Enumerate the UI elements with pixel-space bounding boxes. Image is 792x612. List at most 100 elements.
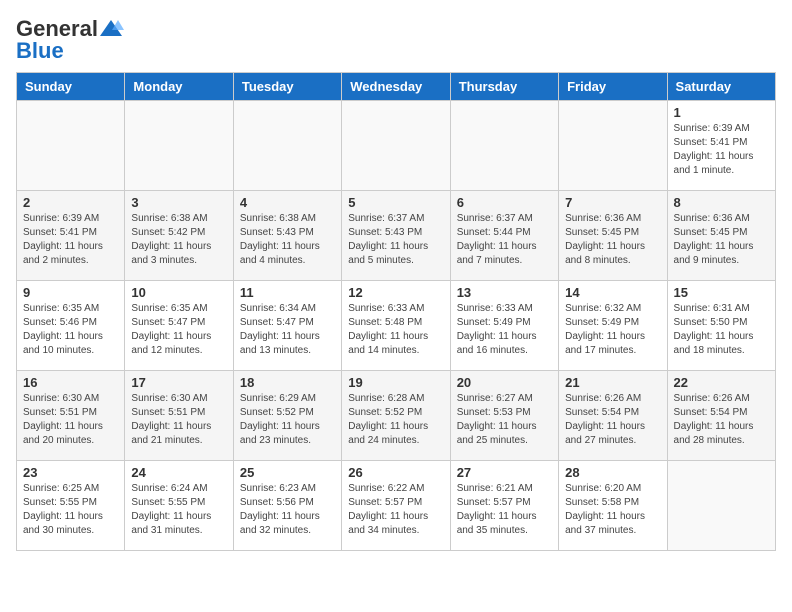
calendar-week-4: 16 Sunrise: 6:30 AM Sunset: 5:51 PM Dayli… <box>17 371 776 461</box>
calendar-cell <box>559 101 667 191</box>
calendar-cell <box>450 101 558 191</box>
calendar-cell: 3 Sunrise: 6:38 AM Sunset: 5:42 PM Daylig… <box>125 191 233 281</box>
calendar-cell: 18 Sunrise: 6:29 AM Sunset: 5:52 PM Dayli… <box>233 371 341 461</box>
calendar-cell: 11 Sunrise: 6:34 AM Sunset: 5:47 PM Dayli… <box>233 281 341 371</box>
day-number: 23 <box>23 465 118 480</box>
calendar-cell: 4 Sunrise: 6:38 AM Sunset: 5:43 PM Daylig… <box>233 191 341 281</box>
day-number: 18 <box>240 375 335 390</box>
calendar-table: SundayMondayTuesdayWednesdayThursdayFrid… <box>16 72 776 551</box>
calendar-cell: 21 Sunrise: 6:26 AM Sunset: 5:54 PM Dayli… <box>559 371 667 461</box>
calendar-cell <box>667 461 775 551</box>
day-info: Sunrise: 6:26 AM Sunset: 5:54 PM Dayligh… <box>674 392 769 448</box>
day-number: 12 <box>348 285 443 300</box>
day-number: 5 <box>348 195 443 210</box>
day-info: Sunrise: 6:37 AM Sunset: 5:43 PM Dayligh… <box>348 212 443 268</box>
day-number: 14 <box>565 285 660 300</box>
calendar-cell: 5 Sunrise: 6:37 AM Sunset: 5:43 PM Daylig… <box>342 191 450 281</box>
day-info: Sunrise: 6:28 AM Sunset: 5:52 PM Dayligh… <box>348 392 443 448</box>
day-number: 11 <box>240 285 335 300</box>
logo-icon <box>98 18 124 40</box>
calendar-cell: 25Sunrise: 6:23 AM Sunset: 5:56 PM Dayli… <box>233 461 341 551</box>
day-info: Sunrise: 6:34 AM Sunset: 5:47 PM Dayligh… <box>240 302 335 358</box>
calendar-cell: 10 Sunrise: 6:35 AM Sunset: 5:47 PM Dayli… <box>125 281 233 371</box>
day-info: Sunrise: 6:31 AM Sunset: 5:50 PM Dayligh… <box>674 302 769 358</box>
day-info: Sunrise: 6:32 AM Sunset: 5:49 PM Dayligh… <box>565 302 660 358</box>
calendar-cell: 17 Sunrise: 6:30 AM Sunset: 5:51 PM Dayli… <box>125 371 233 461</box>
day-number: 2 <box>23 195 118 210</box>
weekday-header-row: SundayMondayTuesdayWednesdayThursdayFrid… <box>17 73 776 101</box>
calendar-cell <box>125 101 233 191</box>
day-number: 16 <box>23 375 118 390</box>
day-number: 17 <box>131 375 226 390</box>
logo-blue: Blue <box>16 38 64 64</box>
day-number: 13 <box>457 285 552 300</box>
day-info: Sunrise: 6:24 AM Sunset: 5:55 PM Dayligh… <box>131 482 226 538</box>
calendar-cell: 22 Sunrise: 6:26 AM Sunset: 5:54 PM Dayli… <box>667 371 775 461</box>
day-info: Sunrise: 6:29 AM Sunset: 5:52 PM Dayligh… <box>240 392 335 448</box>
day-info: Sunrise: 6:33 AM Sunset: 5:48 PM Dayligh… <box>348 302 443 358</box>
day-number: 10 <box>131 285 226 300</box>
day-number: 7 <box>565 195 660 210</box>
day-info: Sunrise: 6:39 AM Sunset: 5:41 PM Dayligh… <box>23 212 118 268</box>
day-info: Sunrise: 6:22 AM Sunset: 5:57 PM Dayligh… <box>348 482 443 538</box>
day-info: Sunrise: 6:38 AM Sunset: 5:42 PM Dayligh… <box>131 212 226 268</box>
calendar-cell: 23 Sunrise: 6:25 AM Sunset: 5:55 PM Dayli… <box>17 461 125 551</box>
day-info: Sunrise: 6:33 AM Sunset: 5:49 PM Dayligh… <box>457 302 552 358</box>
day-number: 27 <box>457 465 552 480</box>
day-number: 1 <box>674 105 769 120</box>
calendar-cell: 28 Sunrise: 6:20 AM Sunset: 5:58 PM Dayli… <box>559 461 667 551</box>
day-number: 19 <box>348 375 443 390</box>
calendar-cell <box>342 101 450 191</box>
calendar-cell: 13 Sunrise: 6:33 AM Sunset: 5:49 PM Dayli… <box>450 281 558 371</box>
day-info: Sunrise: 6:30 AM Sunset: 5:51 PM Dayligh… <box>23 392 118 448</box>
weekday-header-monday: Monday <box>125 73 233 101</box>
day-info: Sunrise: 6:21 AM Sunset: 5:57 PM Dayligh… <box>457 482 552 538</box>
calendar-cell: 9Sunrise: 6:35 AM Sunset: 5:46 PM Daylig… <box>17 281 125 371</box>
weekday-header-wednesday: Wednesday <box>342 73 450 101</box>
calendar-cell: 12 Sunrise: 6:33 AM Sunset: 5:48 PM Dayli… <box>342 281 450 371</box>
header: General Blue <box>16 16 776 64</box>
weekday-header-tuesday: Tuesday <box>233 73 341 101</box>
day-number: 22 <box>674 375 769 390</box>
calendar-cell: 14 Sunrise: 6:32 AM Sunset: 5:49 PM Dayli… <box>559 281 667 371</box>
calendar-cell: 16 Sunrise: 6:30 AM Sunset: 5:51 PM Dayli… <box>17 371 125 461</box>
calendar-week-5: 23 Sunrise: 6:25 AM Sunset: 5:55 PM Dayli… <box>17 461 776 551</box>
day-number: 9 <box>23 285 118 300</box>
day-info: Sunrise: 6:25 AM Sunset: 5:55 PM Dayligh… <box>23 482 118 538</box>
calendar-cell: 20Sunrise: 6:27 AM Sunset: 5:53 PM Dayli… <box>450 371 558 461</box>
calendar-cell: 6 Sunrise: 6:37 AM Sunset: 5:44 PM Daylig… <box>450 191 558 281</box>
day-number: 6 <box>457 195 552 210</box>
day-info: Sunrise: 6:23 AM Sunset: 5:56 PM Dayligh… <box>240 482 335 538</box>
day-number: 24 <box>131 465 226 480</box>
calendar-cell: 7 Sunrise: 6:36 AM Sunset: 5:45 PM Daylig… <box>559 191 667 281</box>
weekday-header-saturday: Saturday <box>667 73 775 101</box>
day-number: 28 <box>565 465 660 480</box>
calendar-cell: 15 Sunrise: 6:31 AM Sunset: 5:50 PM Dayli… <box>667 281 775 371</box>
calendar-cell: 1 Sunrise: 6:39 AM Sunset: 5:41 PM Daylig… <box>667 101 775 191</box>
calendar-cell: 27 Sunrise: 6:21 AM Sunset: 5:57 PM Dayli… <box>450 461 558 551</box>
calendar-week-2: 2 Sunrise: 6:39 AM Sunset: 5:41 PM Daylig… <box>17 191 776 281</box>
day-number: 15 <box>674 285 769 300</box>
calendar-week-1: 1 Sunrise: 6:39 AM Sunset: 5:41 PM Daylig… <box>17 101 776 191</box>
day-number: 4 <box>240 195 335 210</box>
day-info: Sunrise: 6:35 AM Sunset: 5:47 PM Dayligh… <box>131 302 226 358</box>
day-number: 3 <box>131 195 226 210</box>
day-info: Sunrise: 6:39 AM Sunset: 5:41 PM Dayligh… <box>674 122 769 178</box>
calendar-cell: 2 Sunrise: 6:39 AM Sunset: 5:41 PM Daylig… <box>17 191 125 281</box>
day-info: Sunrise: 6:37 AM Sunset: 5:44 PM Dayligh… <box>457 212 552 268</box>
day-info: Sunrise: 6:30 AM Sunset: 5:51 PM Dayligh… <box>131 392 226 448</box>
day-info: Sunrise: 6:38 AM Sunset: 5:43 PM Dayligh… <box>240 212 335 268</box>
day-info: Sunrise: 6:36 AM Sunset: 5:45 PM Dayligh… <box>565 212 660 268</box>
day-number: 26 <box>348 465 443 480</box>
logo: General Blue <box>16 16 124 64</box>
calendar-week-3: 9Sunrise: 6:35 AM Sunset: 5:46 PM Daylig… <box>17 281 776 371</box>
calendar-cell <box>17 101 125 191</box>
day-info: Sunrise: 6:26 AM Sunset: 5:54 PM Dayligh… <box>565 392 660 448</box>
calendar-cell: 26 Sunrise: 6:22 AM Sunset: 5:57 PM Dayli… <box>342 461 450 551</box>
day-info: Sunrise: 6:20 AM Sunset: 5:58 PM Dayligh… <box>565 482 660 538</box>
day-number: 8 <box>674 195 769 210</box>
day-number: 21 <box>565 375 660 390</box>
weekday-header-friday: Friday <box>559 73 667 101</box>
calendar-cell: 8Sunrise: 6:36 AM Sunset: 5:45 PM Daylig… <box>667 191 775 281</box>
weekday-header-thursday: Thursday <box>450 73 558 101</box>
